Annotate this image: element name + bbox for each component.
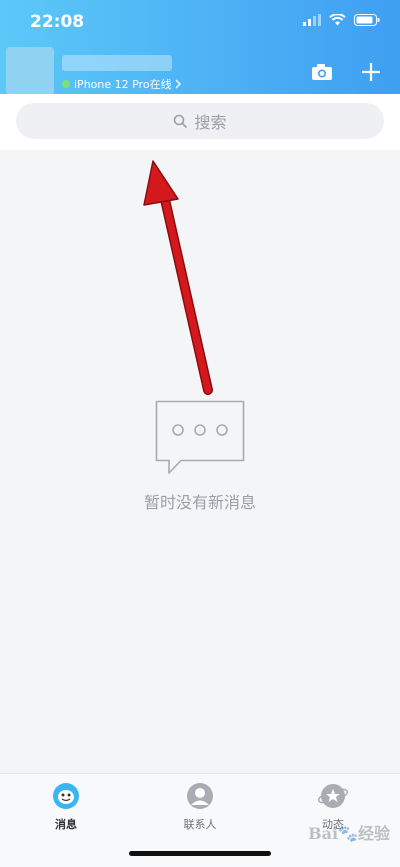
nickname-blurred xyxy=(62,55,172,71)
add-button[interactable] xyxy=(357,58,385,86)
search-section: 搜索 xyxy=(0,94,400,150)
device-status-text: iPhone 12 Pro在线 xyxy=(74,78,172,91)
tab-contacts[interactable]: 联系人 xyxy=(160,782,240,832)
home-indicator[interactable] xyxy=(129,851,271,856)
empty-state-message: 暂时没有新消息 xyxy=(143,493,256,512)
chevron-right-icon xyxy=(175,79,181,89)
chat-bubble-icon xyxy=(155,400,245,474)
search-placeholder: 搜索 xyxy=(194,113,227,132)
person-icon xyxy=(187,783,213,809)
signal-icon xyxy=(303,14,321,26)
star-planet-icon xyxy=(317,784,349,808)
tab-messages-label: 消息 xyxy=(55,818,77,831)
battery-icon xyxy=(354,14,380,26)
qq-penguin-icon xyxy=(53,783,79,809)
status-icons xyxy=(303,14,380,26)
header: 22:08 iPhone 12 Pro在线 xyxy=(0,0,400,95)
wifi-icon xyxy=(329,14,346,26)
tab-messages[interactable]: 消息 xyxy=(26,782,106,832)
tab-contacts-label: 联系人 xyxy=(183,818,217,831)
watermark: Bai🐾经验 xyxy=(308,824,390,843)
plus-icon xyxy=(362,63,380,81)
device-status-row[interactable]: iPhone 12 Pro在线 xyxy=(62,76,182,92)
camera-button[interactable] xyxy=(308,58,336,86)
search-input[interactable]: 搜索 xyxy=(16,103,384,139)
camera-icon xyxy=(312,64,332,80)
status-time: 22:08 xyxy=(30,12,85,32)
avatar[interactable] xyxy=(6,47,54,95)
search-icon xyxy=(174,114,188,128)
online-status-dot xyxy=(62,80,70,88)
